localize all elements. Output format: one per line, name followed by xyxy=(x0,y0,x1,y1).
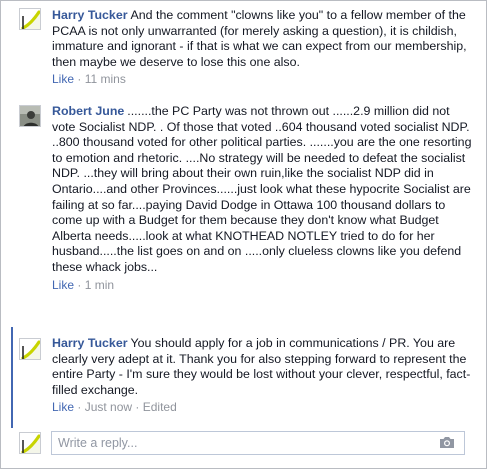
like-link[interactable]: Like xyxy=(52,400,74,414)
meta-separator: · xyxy=(77,400,82,415)
comment-meta: Like · 1 min xyxy=(52,278,474,294)
default-avatar-icon[interactable] xyxy=(19,8,41,30)
camera-icon[interactable] xyxy=(439,436,455,454)
like-link[interactable]: Like xyxy=(52,278,74,292)
comment-meta: Like · Just now · Edited xyxy=(52,400,474,416)
comment-author-link[interactable]: Robert June xyxy=(52,104,124,118)
comment-timestamp[interactable]: 1 min xyxy=(85,278,114,292)
default-avatar-icon xyxy=(19,432,41,454)
profile-photo-icon[interactable] xyxy=(19,105,41,127)
comment-body: Robert June .......the PC Party was not t… xyxy=(52,104,474,293)
default-avatar-icon[interactable] xyxy=(19,338,41,360)
meta-separator: · xyxy=(77,277,82,292)
edited-label[interactable]: Edited xyxy=(143,400,177,414)
comment-body: Harry Tucker You should apply for a job i… xyxy=(52,336,474,416)
like-link[interactable]: Like xyxy=(52,72,74,86)
comment-meta: Like · 11 mins xyxy=(52,72,474,88)
reply-box xyxy=(51,431,465,455)
comment-author-link[interactable]: Harry Tucker xyxy=(52,8,128,22)
reply-thread-indicator xyxy=(11,327,13,428)
reply-input[interactable] xyxy=(52,432,422,454)
meta-separator: · xyxy=(77,72,82,87)
meta-separator: · xyxy=(135,400,140,415)
comment-text: .......the PC Party was not thrown out .… xyxy=(52,104,472,274)
comment-author-link[interactable]: Harry Tucker xyxy=(52,336,128,350)
comment-thread: Harry Tucker And the comment "clowns like… xyxy=(0,0,487,469)
comment-body: Harry Tucker And the comment "clowns like… xyxy=(52,8,474,88)
comment-timestamp[interactable]: 11 mins xyxy=(85,72,126,86)
comment-timestamp[interactable]: Just now xyxy=(85,400,132,414)
